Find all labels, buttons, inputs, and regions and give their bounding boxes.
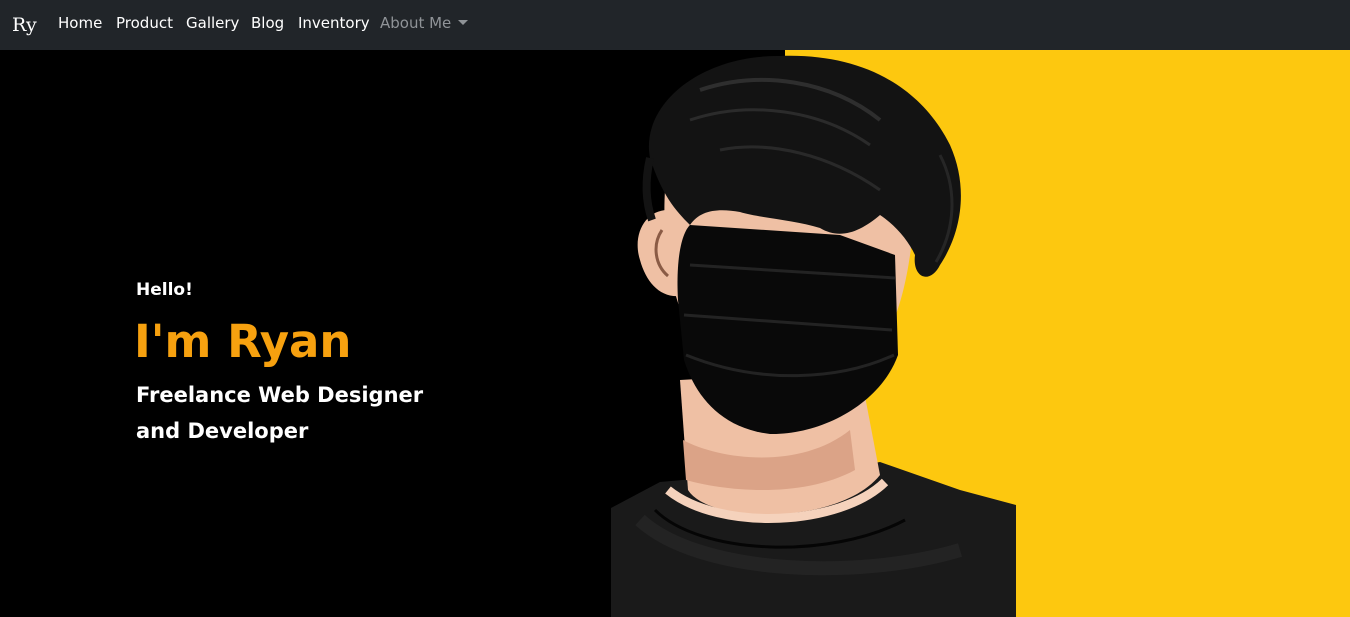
hero-headline: I'm Ryan	[134, 315, 352, 368]
nav-inventory-link[interactable]: Inventory	[298, 13, 370, 33]
brand-logo[interactable]: Ry	[12, 12, 37, 38]
nav-product-link[interactable]: Product	[116, 13, 173, 33]
nav-gallery-link[interactable]: Gallery	[186, 13, 239, 33]
chevron-down-icon	[458, 20, 469, 25]
hero-section: Hello! I'm Ryan Freelance Web Designer a…	[0, 50, 1350, 617]
nav-about-me-label: About Me	[380, 14, 452, 32]
hero-greeting: Hello!	[136, 280, 193, 300]
hero-tagline: Freelance Web Designer and Developer	[136, 383, 424, 443]
top-navbar: Ry Home Product Gallery Blog Inventory A…	[0, 0, 1350, 50]
nav-blog-link[interactable]: Blog	[251, 13, 284, 33]
nav-about-me-dropdown[interactable]: About Me	[380, 13, 469, 33]
nav-home-link[interactable]: Home	[58, 13, 102, 33]
